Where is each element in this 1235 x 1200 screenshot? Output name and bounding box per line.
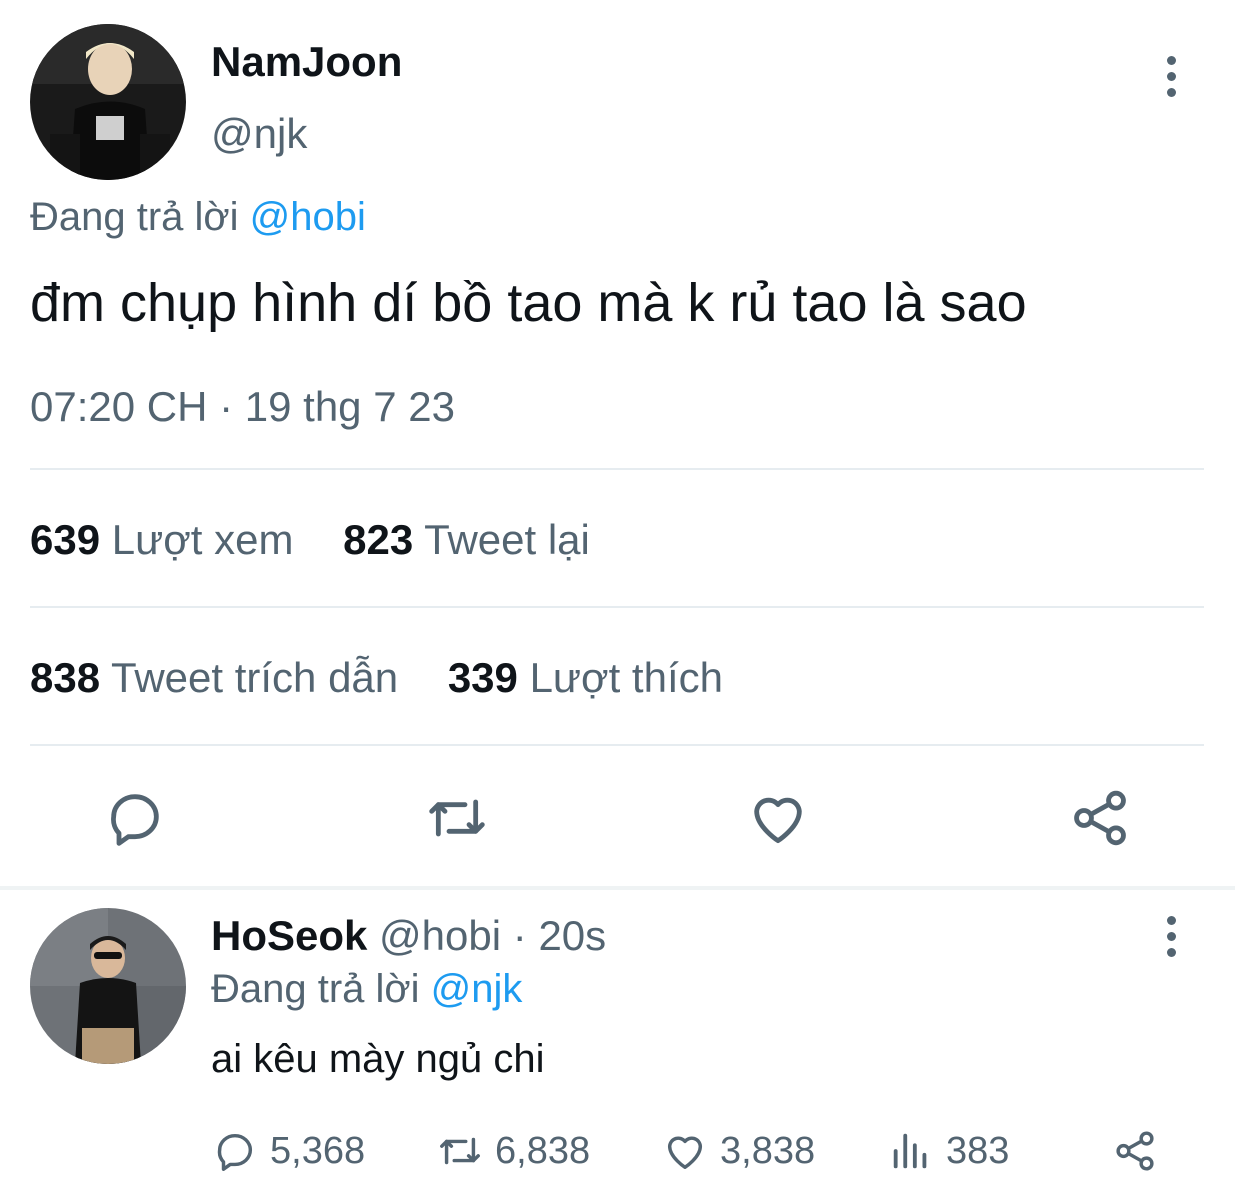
author-name[interactable]: NamJoon xyxy=(211,38,402,86)
views-count: 639 xyxy=(30,516,101,563)
likes-label: Lượt thích xyxy=(529,654,723,701)
tweet-text: đm chụp hình dí bồ tao mà k rủ tao là sa… xyxy=(30,273,1027,333)
stats-row-1: 639 Lượt xem 823 Tweet lại xyxy=(30,516,628,564)
avatar-photo xyxy=(30,908,186,1064)
views-stat[interactable]: 639 Lượt xem xyxy=(30,516,293,564)
retweet-icon xyxy=(440,1137,480,1165)
reply-views-count: 383 xyxy=(946,1129,1010,1172)
replying-to: Đang trả lời @hobi xyxy=(30,195,366,240)
reply-share-button[interactable] xyxy=(1112,1125,1158,1177)
divider xyxy=(30,606,1204,608)
reply-replying-to: Đang trả lời @njk xyxy=(211,967,522,1012)
like-icon xyxy=(667,1136,703,1170)
retweets-count: 823 xyxy=(343,516,414,563)
section-divider xyxy=(0,886,1235,890)
reply-icon[interactable] xyxy=(103,786,167,850)
likes-count: 339 xyxy=(447,654,518,701)
stats-row-2: 838 Tweet trích dẫn 339 Lượt thích xyxy=(30,654,761,702)
retweets-label: Tweet lại xyxy=(424,516,590,563)
author-handle[interactable]: @njk xyxy=(211,110,307,158)
reply-replying-to-mention[interactable]: @njk xyxy=(431,967,523,1011)
likes-stat[interactable]: 339 Lượt thích xyxy=(448,654,723,702)
divider xyxy=(30,468,1204,470)
reply-author-avatar[interactable] xyxy=(30,908,186,1064)
reply-more-options-icon[interactable] xyxy=(1150,915,1192,957)
reply-icon xyxy=(217,1133,253,1171)
analytics-icon xyxy=(893,1133,927,1169)
replying-to-mention[interactable]: @hobi xyxy=(250,195,366,239)
quotes-stat[interactable]: 838 Tweet trích dẫn xyxy=(30,654,398,702)
reply-views-button[interactable]: 383 xyxy=(888,1125,1009,1177)
retweet-icon[interactable] xyxy=(425,786,489,850)
reply-replies-count: 5,368 xyxy=(270,1129,366,1172)
reply-replying-to-label: Đang trả lời xyxy=(211,967,420,1011)
reply-time[interactable]: 20s xyxy=(538,912,606,959)
reply-comment-button[interactable]: 5,368 xyxy=(212,1125,365,1177)
reply-retweets-count: 6,838 xyxy=(495,1129,591,1172)
divider xyxy=(30,744,1204,746)
views-label: Lượt xem xyxy=(111,516,294,563)
quotes-count: 838 xyxy=(30,654,101,701)
share-icon xyxy=(1116,1131,1154,1171)
author-avatar[interactable] xyxy=(30,24,186,180)
reply-text: ai kêu mày ngủ chi xyxy=(211,1037,545,1081)
reply-author-name[interactable]: HoSeok xyxy=(211,912,367,959)
reply-likes-count: 3,838 xyxy=(720,1129,816,1172)
replying-to-label: Đang trả lời xyxy=(30,195,239,239)
avatar-photo xyxy=(30,24,186,180)
reply-author-handle[interactable]: @hobi xyxy=(379,912,501,959)
reply-like-button[interactable]: 3,838 xyxy=(662,1125,815,1177)
reply-separator: · xyxy=(512,912,527,959)
more-options-icon[interactable] xyxy=(1150,55,1192,97)
share-icon[interactable] xyxy=(1068,786,1132,850)
retweets-stat[interactable]: 823 Tweet lại xyxy=(343,516,590,564)
quotes-label: Tweet trích dẫn xyxy=(111,654,399,701)
like-icon[interactable] xyxy=(746,786,810,850)
tweet-timestamp[interactable]: 07:20 CH · 19 thg 7 23 xyxy=(30,383,455,431)
reply-header: HoSeok @hobi · 20s xyxy=(211,912,606,960)
reply-retweet-button[interactable]: 6,838 xyxy=(437,1125,590,1177)
